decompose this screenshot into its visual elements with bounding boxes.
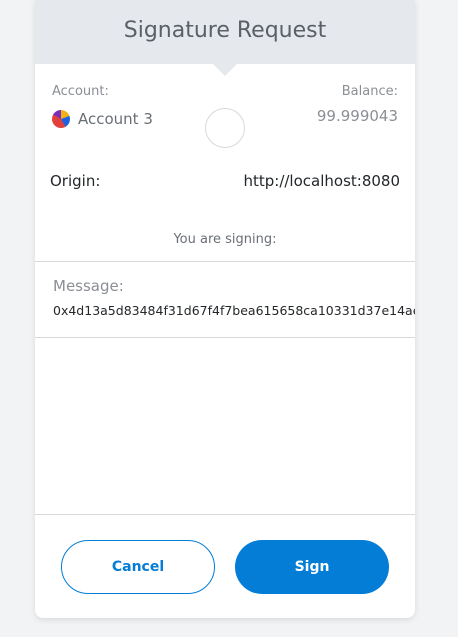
page-title: Signature Request bbox=[123, 18, 327, 43]
signature-request-card: Signature Request Account: Balance: Acco… bbox=[35, 0, 415, 618]
header-notch bbox=[213, 64, 237, 76]
balance-value: 99.999043 bbox=[316, 107, 398, 125]
header: Signature Request bbox=[35, 0, 415, 64]
account-info: Account 3 bbox=[52, 108, 153, 130]
signature-request-page: Signature Request Account: Balance: Acco… bbox=[0, 0, 458, 637]
account-avatar-icon bbox=[52, 110, 70, 128]
signing-note: You are signing: bbox=[173, 232, 277, 247]
divider bbox=[35, 337, 415, 338]
origin-value: http://localhost:8080 bbox=[243, 172, 400, 190]
message-value: 0x4d13a5d83484f31d67f4f7bea615658ca10331… bbox=[53, 303, 415, 318]
divider bbox=[35, 514, 415, 515]
balance-label: Balance: bbox=[341, 84, 398, 99]
sign-button[interactable]: Sign bbox=[235, 540, 389, 594]
message-label: Message: bbox=[53, 277, 124, 295]
account-label: Account: bbox=[52, 84, 109, 99]
account-name: Account 3 bbox=[78, 110, 153, 128]
identicon-icon bbox=[205, 108, 245, 148]
cancel-button[interactable]: Cancel bbox=[61, 540, 215, 594]
divider bbox=[35, 261, 415, 262]
origin-label: Origin: bbox=[50, 172, 101, 190]
